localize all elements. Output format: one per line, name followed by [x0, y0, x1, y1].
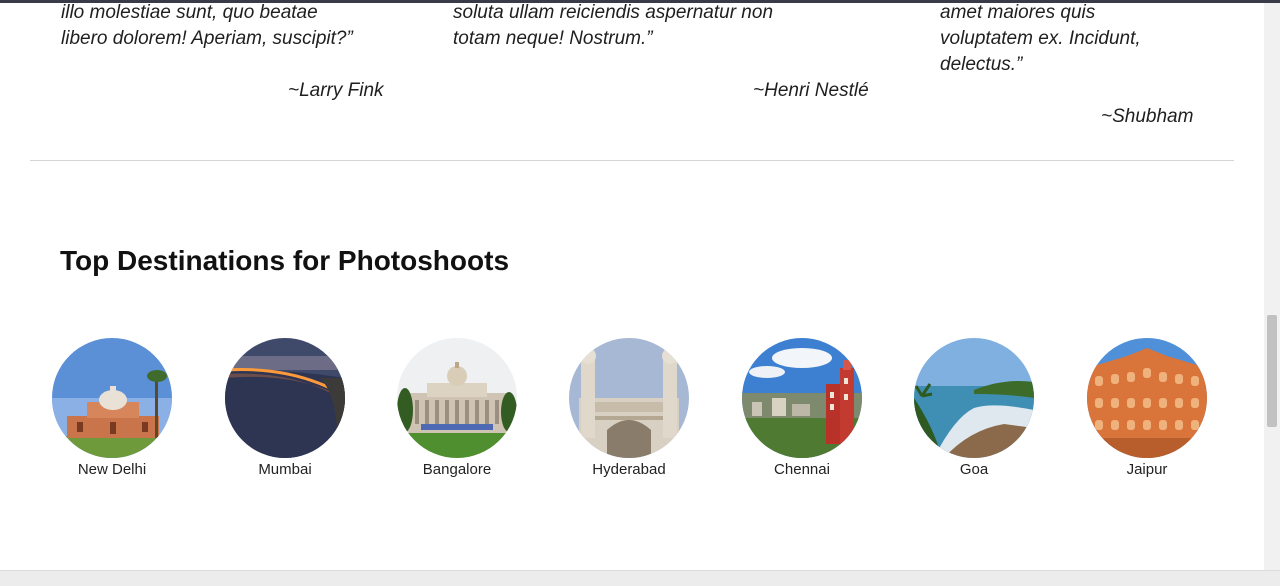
monument-photo-icon[interactable]: [52, 338, 172, 458]
vertical-scrollbar[interactable]: [1264, 3, 1280, 570]
hawa-mahal-photo-icon[interactable]: [1087, 338, 1207, 458]
testimonial-quote: soluta ullam reiciendis aspernatur non t…: [453, 3, 773, 52]
destination-chennai[interactable]: Chennai: [727, 338, 877, 480]
quote-line: libero dolorem! Aperiam, suscipit?”: [61, 28, 353, 49]
destination-label[interactable]: Mumbai: [210, 460, 360, 480]
destination-label[interactable]: Goa: [899, 460, 1049, 480]
destination-label[interactable]: Chennai: [727, 460, 877, 480]
destination-label[interactable]: New Delhi: [37, 460, 187, 480]
testimonial-quote: illo molestiae sunt, quo beatae libero d…: [61, 3, 353, 52]
destination-mumbai[interactable]: Mumbai: [210, 338, 360, 480]
testimonial-quote: amet maiores quis voluptatem ex. Incidun…: [940, 3, 1141, 78]
scrollbar-thumb[interactable]: [1267, 315, 1277, 427]
page-content: illo molestiae sunt, quo beatae libero d…: [0, 3, 1264, 570]
seafront-photo-icon[interactable]: [225, 338, 345, 458]
beach-photo-icon[interactable]: [914, 338, 1034, 458]
destination-goa[interactable]: Goa: [899, 338, 1049, 480]
destination-new-delhi[interactable]: New Delhi: [37, 338, 187, 480]
section-divider: [30, 160, 1234, 161]
destination-label[interactable]: Hyderabad: [554, 460, 704, 480]
quote-line: voluptatem ex. Incidunt,: [940, 28, 1141, 49]
city-photo-icon[interactable]: [742, 338, 862, 458]
quote-line: illo molestiae sunt, quo beatae: [61, 3, 318, 23]
quote-line: totam neque! Nostrum.”: [453, 28, 653, 49]
destination-jaipur[interactable]: Jaipur: [1072, 338, 1222, 480]
quote-line: delectus.”: [940, 54, 1023, 75]
destination-label[interactable]: Bangalore: [382, 460, 532, 480]
quote-line: amet maiores quis: [940, 3, 1096, 23]
horizontal-scrollbar[interactable]: [0, 570, 1280, 586]
destination-hyderabad[interactable]: Hyderabad: [554, 338, 704, 480]
testimonial-author: ~Larry Fink: [288, 80, 384, 101]
destination-label[interactable]: Jaipur: [1072, 460, 1222, 480]
quote-line: soluta ullam reiciendis aspernatur non: [453, 3, 774, 23]
testimonial-author: ~Shubham: [1101, 106, 1194, 127]
testimonial-author: ~Henri Nestlé: [753, 80, 869, 101]
destination-bangalore[interactable]: Bangalore: [382, 338, 532, 480]
vidhana-soudha-photo-icon[interactable]: [397, 338, 517, 458]
section-title: Top Destinations for Photoshoots: [60, 245, 510, 276]
charminar-photo-icon[interactable]: [569, 338, 689, 458]
